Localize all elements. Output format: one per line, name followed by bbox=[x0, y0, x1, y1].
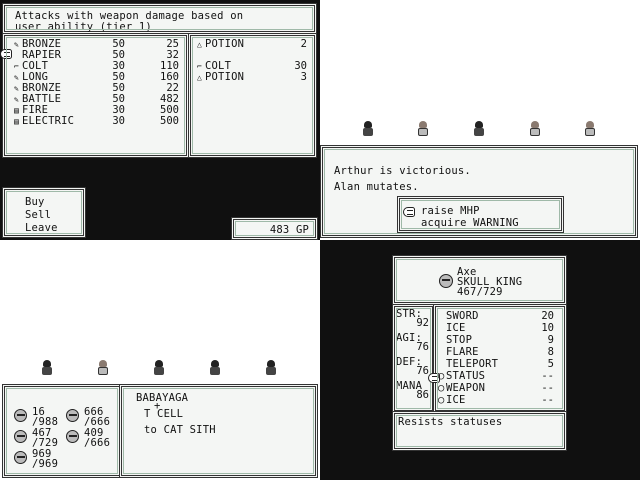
gold-window: 483 GP bbox=[231, 217, 318, 240]
party-member-icon bbox=[14, 409, 27, 422]
status-screen: Axe SKULL KING 467/729 STR: 92 AGI: 76 DEF: 7… bbox=[320, 240, 640, 480]
monster-portrait-icon bbox=[439, 274, 453, 288]
battle-message-line1: Arthur is victorious. bbox=[334, 165, 471, 177]
party-sprite bbox=[362, 121, 374, 137]
growth-choice-window: raise MHP acquire WARNING bbox=[397, 196, 564, 233]
inventory-item-qty: 3 bbox=[300, 71, 307, 83]
item-description-window: Attacks with weapon damage based on user… bbox=[2, 3, 317, 34]
ability-name[interactable]: STATUS bbox=[446, 371, 485, 382]
shop-item-price: 500 bbox=[160, 115, 179, 127]
inventory-item-qty: 2 bbox=[300, 38, 307, 50]
inventory-item-name[interactable]: POTION bbox=[205, 39, 244, 50]
inventory-list: △ POTION 2 ⌐ COLT 30 △ POTION 3 bbox=[188, 33, 317, 158]
battle-message-window: Arthur is victorious. Alan mutates. rais… bbox=[320, 145, 638, 238]
party-sprite bbox=[153, 360, 165, 376]
gold-amount: 483 GP bbox=[269, 224, 309, 236]
shop-screen: Attacks with weapon damage based on user… bbox=[0, 0, 320, 240]
stat-value: 76 bbox=[416, 365, 429, 377]
ability-uses: -- bbox=[541, 382, 554, 394]
hand-cursor-icon bbox=[403, 207, 415, 217]
ability-name[interactable]: TELEPORT bbox=[446, 359, 498, 370]
character-hp: 467/729 bbox=[457, 286, 503, 298]
ability-bullet-icon: ○ bbox=[438, 382, 445, 394]
ability-uses: 8 bbox=[547, 346, 554, 358]
ability-description: Resists statuses bbox=[398, 416, 503, 428]
party-hp-window: 16/988 666/666 467/729 409/666 969/969 bbox=[2, 384, 122, 478]
ability-name[interactable]: ICE bbox=[446, 395, 466, 406]
party-member-icon bbox=[66, 409, 79, 422]
menu-leave[interactable]: Leave bbox=[25, 223, 58, 234]
hand-cursor-icon bbox=[0, 49, 12, 59]
party-member-max-hp: /969 bbox=[32, 458, 59, 470]
stat-value: 76 bbox=[416, 341, 429, 353]
combine-message-window: BABAYAGA + T CELL to CAT SITH bbox=[119, 384, 318, 478]
combine-result: to CAT SITH bbox=[144, 424, 216, 436]
ability-uses: 9 bbox=[547, 334, 554, 346]
character-header-window: Axe SKULL KING 467/729 bbox=[392, 255, 567, 305]
choice-raise-mhp[interactable]: raise MHP bbox=[421, 206, 480, 217]
party-sprite bbox=[417, 121, 429, 137]
ability-bullet-icon: ○ bbox=[438, 394, 445, 406]
inventory-item-name[interactable]: POTION bbox=[205, 72, 244, 83]
combine-monster-name: BABAYAGA bbox=[136, 392, 189, 404]
ability-uses: 5 bbox=[547, 358, 554, 370]
party-member-icon bbox=[66, 430, 79, 443]
ability-name[interactable]: FLARE bbox=[446, 347, 479, 358]
party-sprite bbox=[584, 121, 596, 137]
ability-window: SWORD 20 ICE 10 STOP 9 FLARE 8 TELEPORT 5 ○ STATUS -… bbox=[428, 304, 567, 413]
party-member-max-hp: /666 bbox=[84, 437, 111, 449]
shop-item-list: ✎ BRONZE 50 25 RAPIER 50 32 ⌐ COLT 30 110 ✎ LONG 50 16… bbox=[0, 33, 189, 158]
item-description-line2: user ability (tier 1) bbox=[15, 21, 152, 33]
party-sprite bbox=[41, 360, 53, 376]
stat-value: 92 bbox=[416, 317, 429, 329]
stats-window: STR: 92 AGI: 76 DEF: 76 MANA 86 bbox=[392, 304, 435, 413]
ability-bullet-icon: ○ bbox=[438, 370, 445, 382]
ability-name[interactable]: WEAPON bbox=[446, 383, 485, 394]
party-sprite bbox=[473, 121, 485, 137]
choice-acquire-warning[interactable]: acquire WARNING bbox=[421, 218, 519, 229]
party-sprite bbox=[209, 360, 221, 376]
party-sprite bbox=[529, 121, 541, 137]
shop-item-stat: 30 bbox=[112, 115, 125, 127]
ability-description-window: Resists statuses bbox=[392, 411, 567, 451]
battle-result-screen: Arthur is victorious. Alan mutates. rais… bbox=[320, 0, 640, 240]
party-sprite bbox=[97, 360, 109, 376]
ability-uses: 20 bbox=[541, 310, 554, 322]
ability-name[interactable]: SWORD bbox=[446, 311, 479, 322]
menu-sell[interactable]: Sell bbox=[25, 210, 51, 221]
ability-uses: 10 bbox=[541, 322, 554, 334]
combine-meat-name: T CELL bbox=[144, 408, 184, 420]
menu-buy[interactable]: Buy bbox=[25, 197, 45, 208]
stat-value: 86 bbox=[416, 389, 429, 401]
party-member-icon bbox=[14, 451, 27, 464]
ability-uses: -- bbox=[541, 394, 554, 406]
shop-menu: Buy Sell Leave bbox=[2, 187, 86, 238]
party-member-icon bbox=[14, 430, 27, 443]
ability-name[interactable]: ICE bbox=[446, 323, 466, 334]
ability-name[interactable]: STOP bbox=[446, 335, 472, 346]
party-sprite bbox=[265, 360, 277, 376]
ability-uses: -- bbox=[541, 370, 554, 382]
battle-message-line2: Alan mutates. bbox=[334, 181, 419, 193]
shop-item-name[interactable]: ELECTRIC bbox=[22, 116, 74, 127]
combine-screen: 16/988 666/666 467/729 409/666 969/969 BABAY… bbox=[0, 240, 320, 480]
